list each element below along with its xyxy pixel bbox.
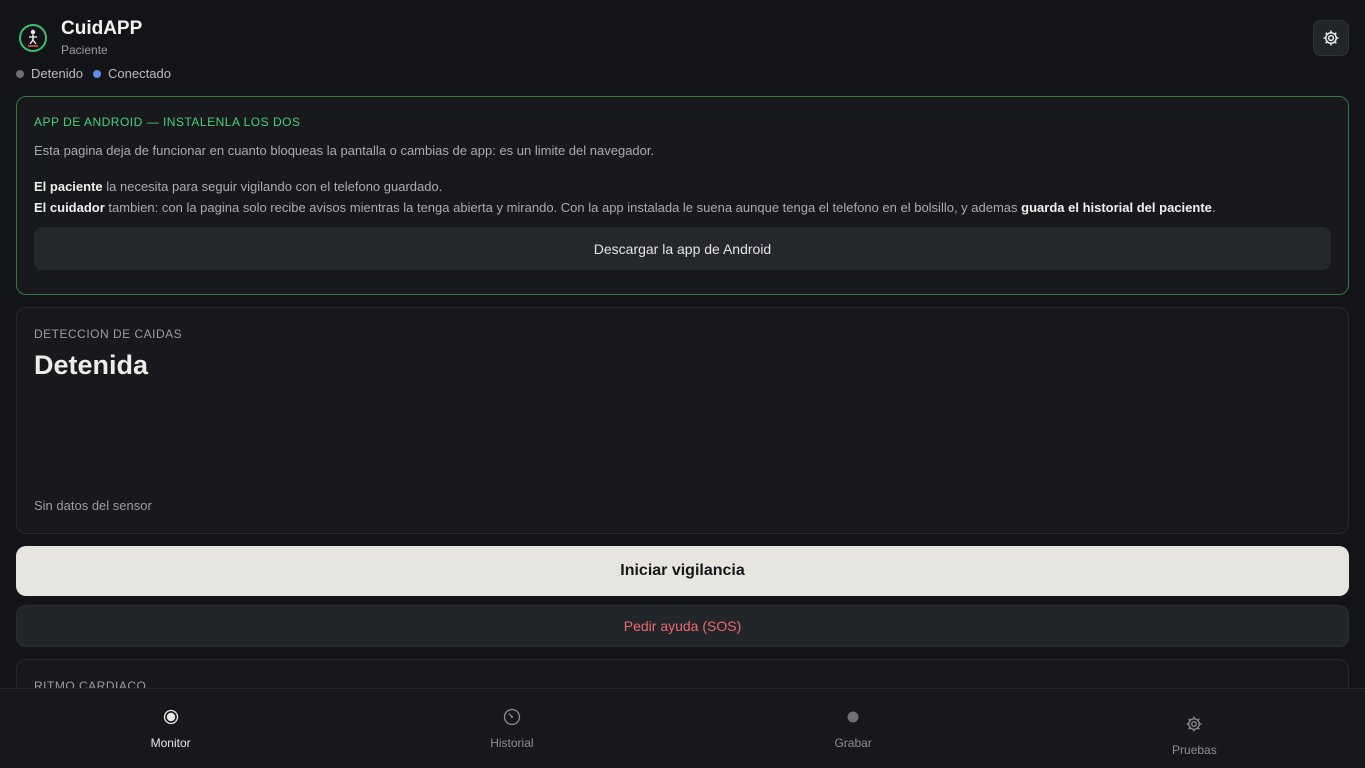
nav-label-pruebas: Pruebas [1172,743,1217,757]
caregiver-bold-history: guarda el historial del paciente [1021,200,1212,215]
download-android-button[interactable]: Descargar la app de Android [34,227,1331,270]
status-stopped-label: Detenido [31,66,84,81]
app-logo-icon [19,24,47,52]
fall-detection-label: DETECCION DE CAIDAS [34,327,183,341]
app-root: CuidAPP Paciente Detenido Conectado APP … [0,0,1365,768]
status-dot-icon [93,69,102,78]
clock-icon [503,707,521,727]
bottom-nav: Monitor Historial Grabar Pruebas [0,688,1365,768]
caregiver-bold: El cuidador [34,200,105,215]
nav-label-monitor: Monitor [150,736,191,750]
patient-bold: El paciente [34,179,103,194]
patient-text: la necesita para seguir vigilando con el… [102,179,443,194]
notice-intro: Esta pagina deja de funcionar en cuanto … [34,143,655,158]
nav-label-historial: Historial [490,736,534,750]
app-subtitle: Paciente [61,43,108,57]
settings-button[interactable] [1313,20,1349,56]
notice-details: El paciente la necesita para seguir vigi… [34,176,1331,218]
gear-icon [1185,714,1203,734]
nav-item-historial[interactable]: Historial [341,689,682,768]
nav-item-monitor[interactable]: Monitor [0,689,341,768]
caregiver-text: tambien: con la pagina solo recibe aviso… [104,200,1022,215]
sos-button[interactable]: Pedir ayuda (SOS) [16,605,1349,647]
nav-item-grabar[interactable]: Grabar [683,689,1024,768]
notice-title: APP DE ANDROID — INSTALENLA LOS DOS [34,115,301,129]
fall-detection-card: DETECCION DE CAIDAS Detenida Sin datos d… [16,307,1349,534]
start-monitoring-button[interactable]: Iniciar vigilancia [16,546,1349,596]
status-connected: Conectado [93,66,171,81]
app-title: CuidAPP [61,18,143,39]
caregiver-end: . [1211,200,1216,215]
gear-icon [1323,30,1339,46]
sensor-status-text: Sin datos del sensor [34,498,152,513]
fall-detection-status: Detenida [34,350,149,380]
status-stopped: Detenido [16,66,83,81]
monitor-icon [163,707,179,727]
status-row: Detenido Conectado [16,66,181,81]
android-notice-card: APP DE ANDROID — INSTALENLA LOS DOS Esta… [16,96,1349,295]
nav-label-grabar: Grabar [834,736,872,750]
nav-item-pruebas[interactable]: Pruebas [1024,689,1365,768]
record-icon [846,707,860,727]
status-dot-icon [16,69,24,78]
header: CuidAPP Paciente Detenido Conectado [16,18,1349,82]
status-connected-label: Conectado [108,66,171,81]
